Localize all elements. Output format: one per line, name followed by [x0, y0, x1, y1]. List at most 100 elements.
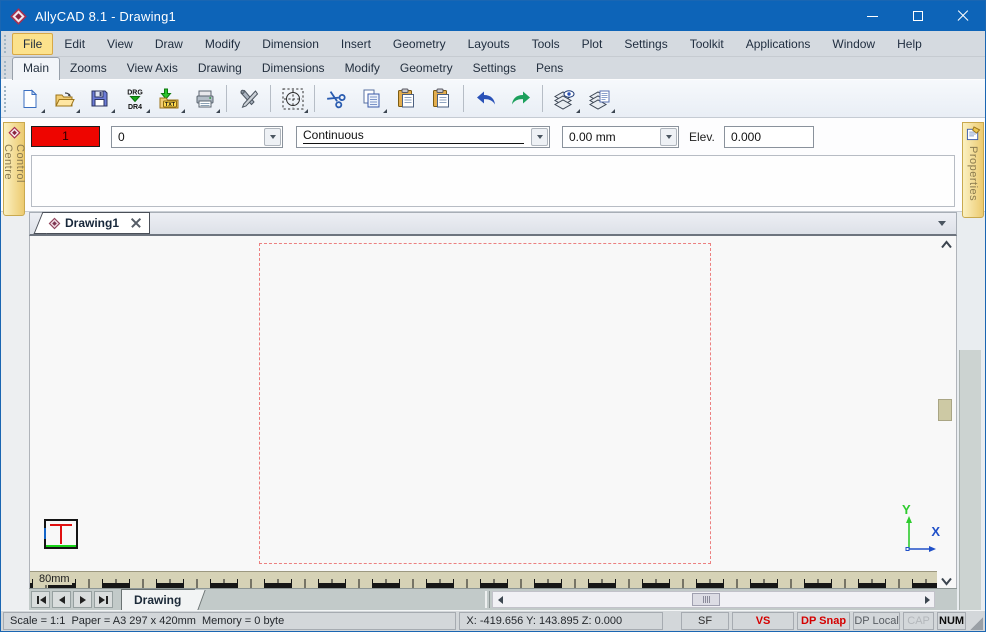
toolbar-tab[interactable]: Zooms: [60, 58, 117, 79]
print-button[interactable]: [187, 83, 222, 115]
menu-item[interactable]: Tools: [521, 33, 571, 55]
paper-boundary: [259, 243, 711, 564]
document-tab-drawing1[interactable]: Drawing1: [44, 212, 150, 234]
properties-label: Properties: [967, 146, 979, 201]
status-toggle[interactable]: VS: [732, 612, 794, 630]
menu-item[interactable]: View: [96, 33, 144, 55]
toolbar-tab[interactable]: Pens: [526, 58, 573, 79]
drg-to-dr4-button[interactable]: DRGDR4: [117, 83, 152, 115]
toolbar-tab[interactable]: Drawing: [188, 58, 252, 79]
properties-tab[interactable]: Properties: [962, 122, 984, 218]
toolbar-tab-row-grip[interactable]: [4, 61, 10, 79]
svg-text:TXT: TXT: [165, 102, 176, 108]
status-toggle[interactable]: DP Local: [853, 612, 900, 630]
scroll-down-icon[interactable]: [940, 577, 953, 586]
redo-icon: [509, 88, 533, 110]
layer-settings-button[interactable]: [582, 83, 617, 115]
close-button[interactable]: [940, 1, 985, 31]
document-tab-label: Drawing1: [65, 216, 119, 230]
menu-item[interactable]: Layouts: [457, 33, 521, 55]
control-centre-tab[interactable]: Control Centre: [3, 122, 25, 216]
scroll-right-icon[interactable]: [920, 596, 934, 604]
menu-item[interactable]: Applications: [735, 33, 822, 55]
menu-item[interactable]: Help: [886, 33, 933, 55]
ruler-label: 80mm: [37, 573, 72, 585]
next-sheet-button[interactable]: [73, 591, 92, 608]
redo-button[interactable]: [503, 83, 538, 115]
linetype-dropdown-icon[interactable]: [531, 128, 548, 146]
tab-list-dropdown-icon[interactable]: [938, 221, 946, 226]
layer-dropdown-icon[interactable]: [264, 128, 281, 146]
toolbar-tab[interactable]: Geometry: [390, 58, 463, 79]
menu-item[interactable]: Draw: [144, 33, 194, 55]
menu-item[interactable]: Modify: [194, 33, 251, 55]
snap-circle-button[interactable]: [275, 83, 310, 115]
status-toggle[interactable]: DP Snap: [797, 612, 850, 630]
maximize-button[interactable]: [895, 1, 940, 31]
toolbar-tab[interactable]: Dimensions: [252, 58, 335, 79]
menu-item[interactable]: Dimension: [251, 33, 330, 55]
drawing-canvas[interactable]: Y X 80mm: [29, 236, 957, 588]
minimize-button[interactable]: [850, 1, 895, 31]
last-sheet-button[interactable]: [94, 591, 113, 608]
vertical-scroll-thumb[interactable]: [938, 399, 952, 421]
linetype-value: Continuous: [303, 127, 524, 144]
tools-icon: [238, 88, 259, 109]
layer-visibility-button[interactable]: [547, 83, 582, 115]
cut-button[interactable]: [319, 83, 354, 115]
scroll-left-icon[interactable]: [493, 596, 507, 604]
import-txt-button[interactable]: TXT: [152, 83, 187, 115]
menu-item[interactable]: Edit: [53, 33, 96, 55]
menu-item[interactable]: File: [12, 33, 53, 55]
menu-bar-grip[interactable]: [4, 35, 10, 53]
horizontal-scroll-thumb[interactable]: [692, 593, 720, 606]
elevation-input[interactable]: 0.000: [724, 126, 814, 148]
lineweight-dropdown-icon[interactable]: [660, 128, 677, 146]
sheet-tab-drawing[interactable]: Drawing: [121, 589, 195, 610]
save-button[interactable]: [82, 83, 117, 115]
properties-icon: [966, 126, 981, 141]
toolbar-tab[interactable]: Main: [12, 57, 60, 80]
import-txt-icon: TXT: [158, 88, 181, 110]
toolbar-grip[interactable]: [4, 86, 10, 112]
new-drawing-button[interactable]: [12, 83, 47, 115]
resize-grip[interactable]: [969, 612, 983, 630]
scroll-up-icon[interactable]: [940, 240, 953, 249]
linetype-combobox[interactable]: Continuous: [296, 126, 550, 148]
print-icon: [195, 89, 215, 109]
toolbar-separator: [463, 85, 464, 112]
paste-special-button[interactable]: [424, 83, 459, 115]
pen-color-swatch[interactable]: 1: [31, 126, 100, 147]
document-tab-close-icon[interactable]: [131, 218, 141, 228]
new-drawing-icon: [20, 89, 40, 109]
toolbar-separator: [226, 85, 227, 112]
lineweight-combobox[interactable]: 0.00 mm: [562, 126, 679, 148]
toolbar-tab[interactable]: Settings: [463, 58, 526, 79]
document-tab-bar: Drawing1: [29, 212, 957, 236]
snap-circle-icon: [281, 87, 305, 111]
menu-item[interactable]: Geometry: [382, 33, 457, 55]
first-sheet-button[interactable]: [31, 591, 50, 608]
status-toggle[interactable]: NUM: [937, 612, 966, 630]
undo-button[interactable]: [468, 83, 503, 115]
property-row: 1 0 Continuous 0.00 mm Elev. 0.000: [31, 126, 961, 148]
tab-scroll-splitter[interactable]: [485, 591, 490, 608]
menu-item[interactable]: Window: [821, 33, 886, 55]
message-area[interactable]: [31, 155, 955, 207]
horizontal-scrollbar[interactable]: [492, 591, 935, 608]
status-toggle[interactable]: CAP: [903, 612, 934, 630]
status-toggle[interactable]: SF: [681, 612, 729, 630]
toolbar-tab[interactable]: View Axis: [117, 58, 188, 79]
layer-combobox[interactable]: 0: [111, 126, 283, 148]
open-drawing-button[interactable]: [47, 83, 82, 115]
tools-button[interactable]: [231, 83, 266, 115]
menu-item[interactable]: Toolkit: [679, 33, 735, 55]
vertical-scrollbar[interactable]: [937, 236, 956, 588]
copy-button[interactable]: [354, 83, 389, 115]
toolbar-tab[interactable]: Modify: [335, 58, 390, 79]
previous-sheet-button[interactable]: [52, 591, 71, 608]
menu-item[interactable]: Plot: [571, 33, 614, 55]
menu-item[interactable]: Insert: [330, 33, 382, 55]
paste-button[interactable]: [389, 83, 424, 115]
menu-item[interactable]: Settings: [613, 33, 678, 55]
